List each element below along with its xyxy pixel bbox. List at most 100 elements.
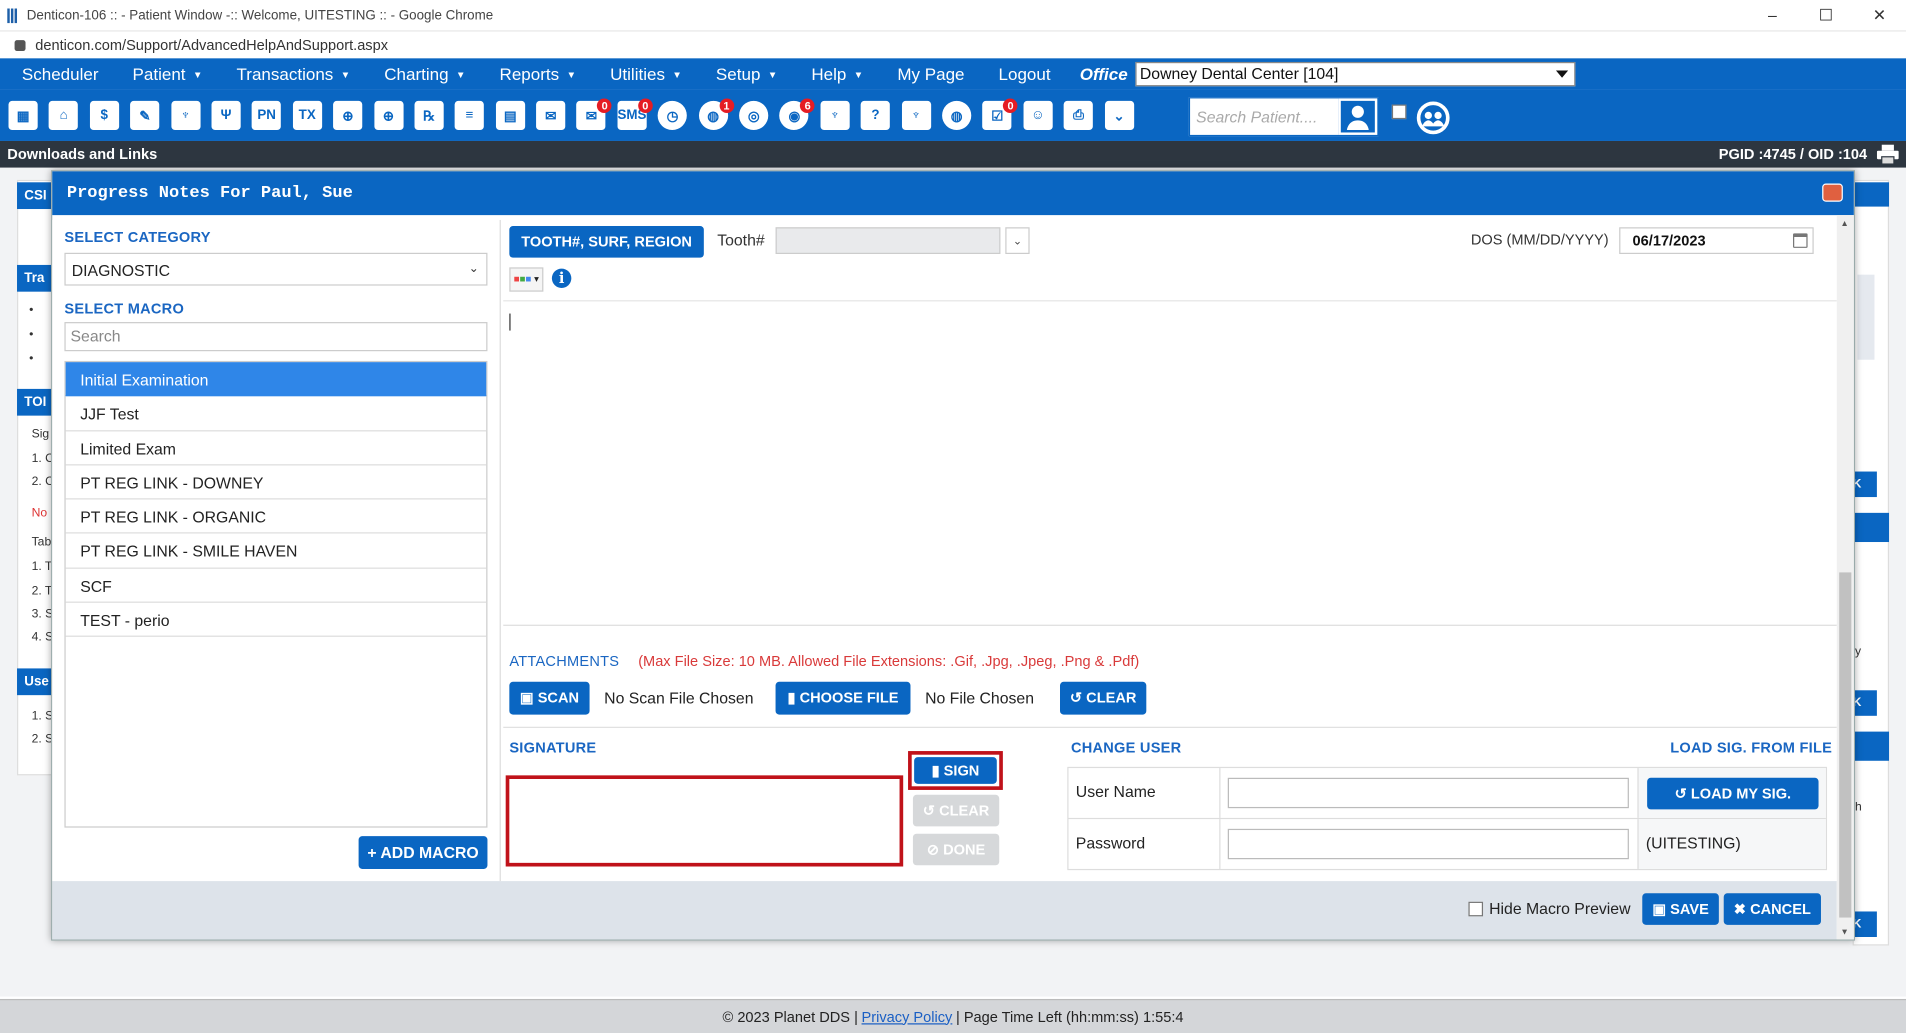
mail-icon[interactable]: ✉ — [533, 96, 569, 135]
menu-item-help[interactable]: Help ▼ — [794, 64, 880, 83]
patient-search-icon[interactable] — [1338, 98, 1378, 135]
cancel-button[interactable]: ✖ CANCEL — [1723, 893, 1821, 925]
macro-list-item[interactable]: PT REG LINK - SMILE HAVEN — [65, 534, 487, 569]
dos-date-input[interactable]: 06/17/2023 — [1619, 227, 1814, 254]
home-icon[interactable]: ⌂ — [45, 96, 81, 135]
add-patient-icon[interactable]: ⊕ — [330, 96, 366, 135]
globe-icon[interactable]: ◍ 1 — [695, 96, 734, 135]
tooth-help-icon[interactable]: ? — [857, 96, 893, 135]
minimize-button[interactable]: – — [1746, 0, 1799, 32]
tooth-chart-icon[interactable]: ♆ — [898, 96, 934, 135]
macro-list-item[interactable]: Limited Exam — [65, 431, 487, 466]
panel-divider — [499, 219, 501, 882]
menu-item-setup[interactable]: Setup ▼ — [699, 64, 794, 83]
notification-badge: 0 — [597, 98, 613, 114]
hide-macro-preview-checkbox[interactable] — [1468, 901, 1484, 917]
macro-list-item[interactable]: PT REG LINK - ORGANIC — [65, 500, 487, 535]
add-family-icon[interactable]: ⊕ — [370, 96, 406, 135]
privacy-policy-link[interactable]: Privacy Policy — [862, 1008, 953, 1025]
no-scan-file-text: No Scan File Chosen — [604, 689, 754, 708]
load-my-sig-label: LOAD MY SIG. — [1690, 785, 1792, 803]
print-icon[interactable] — [1876, 144, 1899, 165]
support-icon[interactable]: ◎ — [735, 96, 771, 135]
note-editor[interactable] — [503, 300, 1837, 626]
close-modal-button[interactable] — [1822, 183, 1843, 202]
pn-icon[interactable]: PN — [248, 96, 284, 135]
tooth-surf-region-button[interactable]: TOOTH#, SURF, REGION — [509, 226, 704, 258]
menu-item-patient[interactable]: Patient ▼ — [116, 64, 220, 83]
toolbar-checkbox[interactable] — [1391, 104, 1407, 120]
user-group-search-icon[interactable] — [1415, 100, 1451, 136]
sign-button-highlight: ▮ SIGN — [908, 751, 1003, 790]
grid-menu-icon[interactable]: ■■■ ▾ — [509, 267, 544, 292]
macro-search-input[interactable]: Search — [64, 322, 488, 352]
menu-item-transactions[interactable]: Transactions ▼ — [219, 64, 367, 83]
clock-icon[interactable]: ◷ — [654, 96, 690, 135]
add-macro-button[interactable]: + ADD MACRO — [358, 836, 488, 869]
rx-icon-glyph: ℞ — [414, 100, 444, 131]
tooth-roots-icon[interactable]: Ψ — [208, 96, 244, 135]
molar-icon[interactable]: ♆ — [817, 96, 853, 135]
rx-icon[interactable]: ℞ — [411, 96, 447, 135]
address-bar[interactable]: denticon.com/Support/AdvancedHelpAndSupp… — [0, 31, 1906, 59]
close-window-button[interactable]: ✕ — [1853, 0, 1906, 32]
tooth-dropdown-chevron-icon[interactable]: ⌄ — [1005, 227, 1030, 254]
menu-item-my-page[interactable]: My Page — [880, 64, 981, 83]
maximize-button[interactable]: ☐ — [1799, 0, 1852, 32]
printer-icon[interactable]: ⎙ — [1060, 96, 1096, 135]
username-input[interactable] — [1227, 777, 1629, 809]
office-select[interactable]: Downey Dental Center [104] — [1135, 61, 1576, 87]
hide-macro-preview-label[interactable]: Hide Macro Preview — [1489, 899, 1630, 917]
sign-button[interactable]: ▮ SIGN — [914, 757, 997, 784]
macro-list-item[interactable]: SCF — [65, 568, 487, 603]
tx-icon[interactable]: TX — [289, 96, 325, 135]
document-icon[interactable]: ▤ — [492, 96, 528, 135]
macro-list-item[interactable]: Initial Examination — [65, 362, 487, 397]
group-icon[interactable]: ☺ — [1020, 96, 1056, 135]
search-patient-input[interactable]: Search Patient.... — [1188, 97, 1379, 137]
calendar-icon-glyph: ▦ — [8, 100, 38, 131]
tx-icon-glyph: TX — [292, 100, 322, 131]
scroll-up-icon[interactable]: ▲ — [1840, 220, 1848, 229]
menu-item-charting[interactable]: Charting ▼ — [367, 64, 482, 83]
task-icon[interactable]: ☑ 0 — [979, 96, 1018, 135]
password-input[interactable] — [1227, 828, 1629, 860]
macro-list-item[interactable]: TEST - perio — [65, 603, 487, 638]
calendar-icon[interactable] — [1793, 233, 1808, 248]
edit-icon[interactable]: ✎ — [127, 96, 163, 135]
bg-text: 2. S — [31, 732, 54, 747]
message-icon[interactable]: ✉ 0 — [573, 96, 613, 135]
downloads-links[interactable]: Downloads and Links — [7, 146, 157, 163]
signature-pad[interactable] — [505, 775, 904, 867]
category-select[interactable]: DIAGNOSTIC ⌄ — [64, 252, 488, 286]
tooth-icon[interactable]: ♆ — [167, 96, 203, 135]
scroll-down-icon[interactable]: ▼ — [1840, 928, 1848, 937]
dollar-icon[interactable]: $ — [86, 96, 122, 135]
save-button[interactable]: ▣ SAVE — [1642, 893, 1719, 925]
scrollbar-thumb[interactable] — [1839, 572, 1852, 918]
menu-item-label: Patient — [132, 64, 186, 84]
note-icon[interactable]: ≡ — [451, 96, 487, 135]
info-icon[interactable]: i — [551, 268, 572, 289]
modal-scrollbar[interactable]: ▲ ▼ — [1836, 215, 1854, 940]
user-alert-icon[interactable]: ◉ 6 — [776, 96, 815, 135]
menu-item-scheduler[interactable]: Scheduler — [5, 64, 116, 83]
calendar-icon[interactable]: ▦ — [5, 96, 41, 135]
sms-icon[interactable]: SMS 0 — [614, 96, 653, 135]
undo-icon: ↺ — [922, 802, 940, 820]
world-search-icon[interactable]: ◍ — [938, 96, 974, 135]
tooth-input[interactable] — [775, 227, 1001, 254]
signature-done-button[interactable]: ⊘ DONE — [912, 833, 1000, 866]
menu-item-reports[interactable]: Reports ▼ — [483, 64, 594, 83]
scan-button[interactable]: ▣ SCAN — [509, 681, 590, 715]
clear-attachment-button[interactable]: ↺ CLEAR — [1060, 681, 1147, 715]
signature-clear-button[interactable]: ↺ CLEAR — [912, 794, 1000, 827]
choose-file-button[interactable]: ▮ CHOOSE FILE — [775, 681, 911, 715]
macro-list-item[interactable]: JJF Test — [65, 397, 487, 431]
load-sig-from-file-link[interactable]: LOAD SIG. FROM FILE — [1670, 739, 1832, 756]
load-my-sig-button[interactable]: ↺ LOAD MY SIG. — [1647, 777, 1819, 810]
chevrons-down-icon[interactable]: ⌄ — [1101, 96, 1137, 135]
menu-item-utilities[interactable]: Utilities ▼ — [593, 64, 699, 83]
macro-list-item[interactable]: PT REG LINK - DOWNEY — [65, 465, 487, 500]
menu-item-logout[interactable]: Logout — [982, 64, 1068, 83]
